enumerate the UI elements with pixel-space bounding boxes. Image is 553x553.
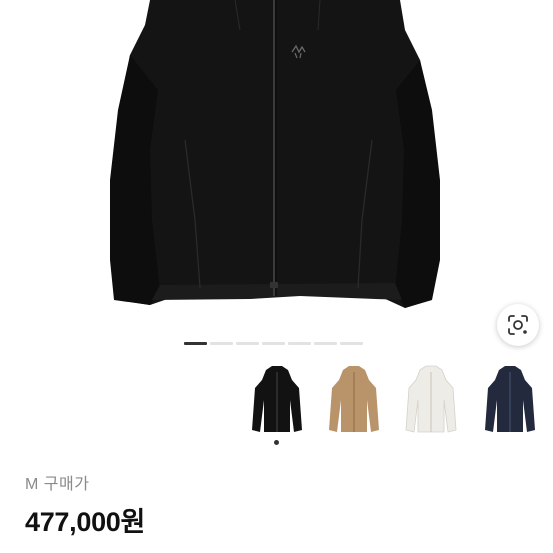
gallery-page-dot[interactable] — [314, 342, 337, 345]
color-variants — [0, 360, 553, 450]
jacket-illustration — [110, 0, 440, 308]
variant-image — [252, 366, 302, 432]
variant-thumb-navy[interactable] — [477, 360, 543, 440]
variant-image — [329, 366, 379, 432]
gallery-page-dot[interactable] — [288, 342, 311, 345]
gallery-page-dot[interactable] — [236, 342, 259, 345]
gallery-page-dot[interactable] — [210, 342, 233, 345]
gallery-pager — [184, 342, 363, 345]
variant-image — [485, 366, 535, 432]
lens-search-icon — [508, 315, 528, 335]
selected-indicator — [274, 440, 279, 445]
variant-thumb-black[interactable] — [244, 360, 310, 445]
gallery-page-dot[interactable] — [340, 342, 363, 345]
gallery-page-dot[interactable] — [184, 342, 207, 345]
variant-thumb-white[interactable] — [398, 360, 464, 440]
gallery-page-dot[interactable] — [262, 342, 285, 345]
variant-thumb-tan[interactable] — [321, 360, 387, 440]
product-main-image[interactable] — [0, 0, 553, 332]
size-purchase-label: M 구매가 — [25, 476, 90, 493]
lens-search-button[interactable] — [497, 304, 539, 346]
purchase-price: 477,000원 — [25, 507, 146, 537]
variant-image — [405, 365, 457, 433]
